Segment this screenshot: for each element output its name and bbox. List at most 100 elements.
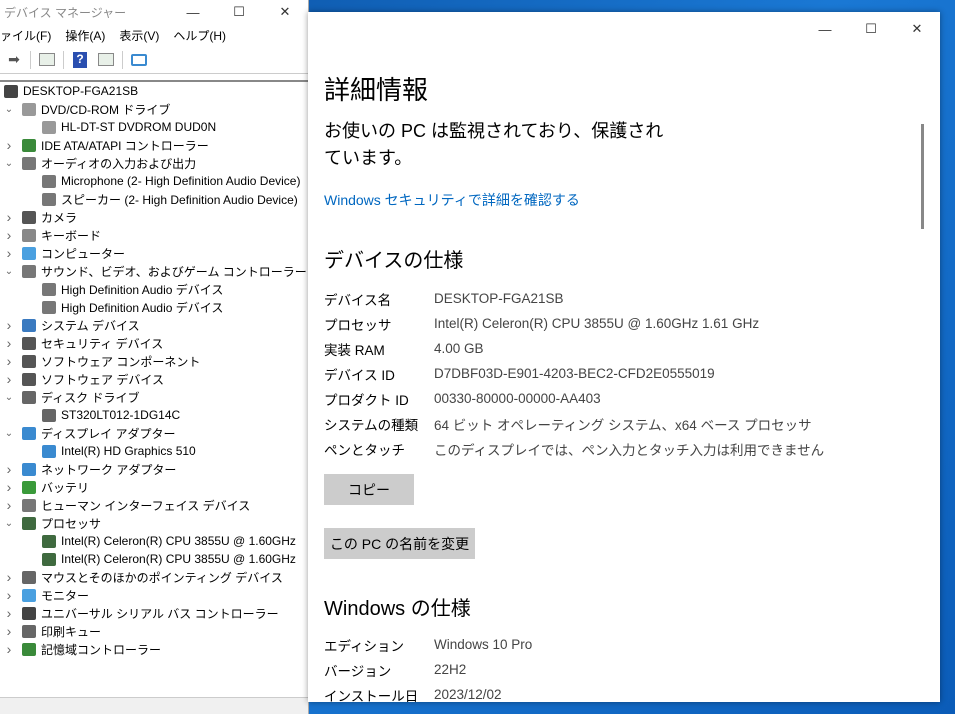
spec-value: 22H2 (434, 662, 467, 677)
disk-drive-icon (42, 408, 56, 422)
tree-item[interactable]: ⌄ ディスク ドライブ (0, 388, 308, 406)
tree-item[interactable]: ⌄ サウンド、ビデオ、およびゲーム コントローラー (0, 262, 308, 280)
minimize-button[interactable]: — (170, 0, 216, 24)
tree-item[interactable]: Intel(R) HD Graphics 510 (0, 442, 308, 460)
spec-label: エディション (324, 638, 405, 654)
tree-item[interactable]: › 印刷キュー (0, 622, 308, 640)
tree-item[interactable]: スピーカー (2- High Definition Audio Device) (0, 190, 308, 208)
close-button[interactable]: ✕ (894, 12, 940, 46)
menu-view[interactable]: 表示(V) (119, 27, 159, 44)
tree-item[interactable]: › IDE ATA/ATAPI コントローラー (0, 136, 308, 154)
menu-action[interactable]: 操作(A) (65, 27, 105, 44)
chevron-right-icon[interactable]: › (3, 623, 15, 639)
rename-pc-button[interactable]: この PC の名前を変更 (324, 528, 475, 559)
chevron-right-icon[interactable]: › (3, 569, 15, 585)
tree-item[interactable]: Microphone (2- High Definition Audio Dev… (0, 172, 308, 190)
tree-item[interactable]: High Definition Audio デバイス (0, 298, 308, 316)
tree-item-label: High Definition Audio デバイス (61, 300, 224, 315)
spec-label: ペンとタッチ (324, 442, 405, 458)
chevron-right-icon[interactable]: › (3, 479, 15, 495)
tree-item[interactable]: ⌄ ディスプレイ アダプター (0, 424, 308, 442)
computer-icon (22, 246, 36, 260)
menu-help[interactable]: ヘルプ(H) (173, 27, 226, 44)
monitor-icon (22, 588, 36, 602)
tree-item-label: Intel(R) Celeron(R) CPU 3855U @ 1.60GHz (61, 534, 296, 548)
chevron-down-icon[interactable]: ⌄ (3, 392, 15, 403)
tree-item[interactable]: ⌄ DVD/CD-ROM ドライブ (0, 100, 308, 118)
chevron-right-icon[interactable]: › (3, 227, 15, 243)
spec-label: 実装 RAM (324, 342, 385, 358)
tree-item[interactable]: ⌄ オーディオの入力および出力 (0, 154, 308, 172)
tree-item-label: サウンド、ビデオ、およびゲーム コントローラー (41, 264, 307, 279)
tree-item-label: ソフトウェア デバイス (41, 372, 164, 387)
tree-item[interactable]: › モニター (0, 586, 308, 604)
chevron-right-icon[interactable]: › (3, 461, 15, 477)
speaker-icon (22, 264, 36, 278)
spec-value: 2023/12/02 (434, 687, 502, 702)
chevron-down-icon[interactable]: ⌄ (3, 266, 15, 277)
tree-item-label: DESKTOP-FGA21SB (23, 84, 139, 98)
chevron-down-icon[interactable]: ⌄ (3, 428, 15, 439)
usb-icon (22, 606, 36, 620)
tree-item[interactable]: HL-DT-ST DVDROM DUD0N (0, 118, 308, 136)
chevron-right-icon[interactable]: › (3, 497, 15, 513)
chevron-right-icon[interactable]: › (3, 137, 15, 153)
tree-item[interactable]: › ソフトウェア デバイス (0, 370, 308, 388)
chevron-right-icon[interactable]: › (3, 245, 15, 261)
device-manager-window: デバイス マネージャー — ☐ ✕ ァイル(F) 操作(A) 表示(V) ヘルプ… (0, 0, 309, 714)
menu-file[interactable]: ァイル(F) (0, 27, 51, 44)
tree-item[interactable]: › バッテリ (0, 478, 308, 496)
maximize-button[interactable]: ☐ (848, 12, 894, 46)
security-details-link[interactable]: Windows セキュリティで詳細を確認する (324, 190, 580, 210)
chevron-down-icon[interactable]: ⌄ (3, 158, 15, 169)
maximize-button[interactable]: ☐ (216, 0, 262, 24)
copy-button[interactable]: コピー (324, 474, 414, 505)
tree-item[interactable]: ST320LT012-1DG14C (0, 406, 308, 424)
tree-item[interactable]: › ネットワーク アダプター (0, 460, 308, 478)
tree-item-label: IDE ATA/ATAPI コントローラー (41, 138, 209, 153)
scan-hardware-icon[interactable] (129, 51, 149, 69)
tree-item[interactable]: › セキュリティ デバイス (0, 334, 308, 352)
close-button[interactable]: ✕ (262, 0, 308, 24)
tree-item[interactable]: › コンピューター (0, 244, 308, 262)
spec-value: D7DBF03D-E901-4203-BEC2-CFD2E0555019 (434, 366, 715, 381)
tree-item[interactable]: › システム デバイス (0, 316, 308, 334)
show-hide-console-tree-icon[interactable] (37, 51, 57, 69)
hid-icon (22, 498, 36, 512)
chevron-right-icon[interactable]: › (3, 317, 15, 333)
tree-item[interactable]: Intel(R) Celeron(R) CPU 3855U @ 1.60GHz (0, 532, 308, 550)
camera-icon (22, 210, 36, 224)
chevron-right-icon[interactable]: › (3, 605, 15, 621)
help-icon[interactable]: ? (70, 51, 90, 69)
chevron-down-icon[interactable]: ⌄ (3, 518, 15, 529)
chevron-right-icon[interactable]: › (3, 587, 15, 603)
tree-item[interactable]: › ヒューマン インターフェイス デバイス (0, 496, 308, 514)
spec-value: このディスプレイでは、ペン入力とタッチ入力は利用できません (434, 442, 825, 458)
tree-item-label: カメラ (41, 210, 78, 225)
software-component-icon (22, 354, 36, 368)
tree-item-label: キーボード (41, 228, 102, 243)
tree-item[interactable]: › 記憶域コントローラー (0, 640, 308, 658)
scrollbar[interactable] (921, 124, 924, 229)
tree-item[interactable]: › カメラ (0, 208, 308, 226)
chevron-right-icon[interactable]: › (3, 353, 15, 369)
chevron-right-icon[interactable]: › (3, 335, 15, 351)
tree-item[interactable]: Intel(R) Celeron(R) CPU 3855U @ 1.60GHz (0, 550, 308, 568)
chevron-right-icon[interactable]: › (3, 641, 15, 657)
tree-item[interactable]: › ソフトウェア コンポーネント (0, 352, 308, 370)
chevron-down-icon[interactable]: ⌄ (3, 104, 15, 115)
chevron-right-icon[interactable]: › (3, 209, 15, 225)
minimize-button[interactable]: — (802, 12, 848, 46)
forward-arrow-icon[interactable]: ➡ (4, 51, 24, 69)
tree-item[interactable]: › ユニバーサル シリアル バス コントローラー (0, 604, 308, 622)
tree-item[interactable]: DESKTOP-FGA21SB (0, 82, 308, 100)
keyboard-icon (22, 228, 36, 242)
microphone-icon (42, 174, 56, 188)
action-pane-icon[interactable] (96, 51, 116, 69)
tree-item[interactable]: ⌄ プロセッサ (0, 514, 308, 532)
tree-item[interactable]: High Definition Audio デバイス (0, 280, 308, 298)
tree-item[interactable]: › マウスとそのほかのポインティング デバイス (0, 568, 308, 586)
chevron-right-icon[interactable]: › (3, 371, 15, 387)
tree-item[interactable]: › キーボード (0, 226, 308, 244)
tree-item-label: マウスとそのほかのポインティング デバイス (41, 570, 283, 585)
